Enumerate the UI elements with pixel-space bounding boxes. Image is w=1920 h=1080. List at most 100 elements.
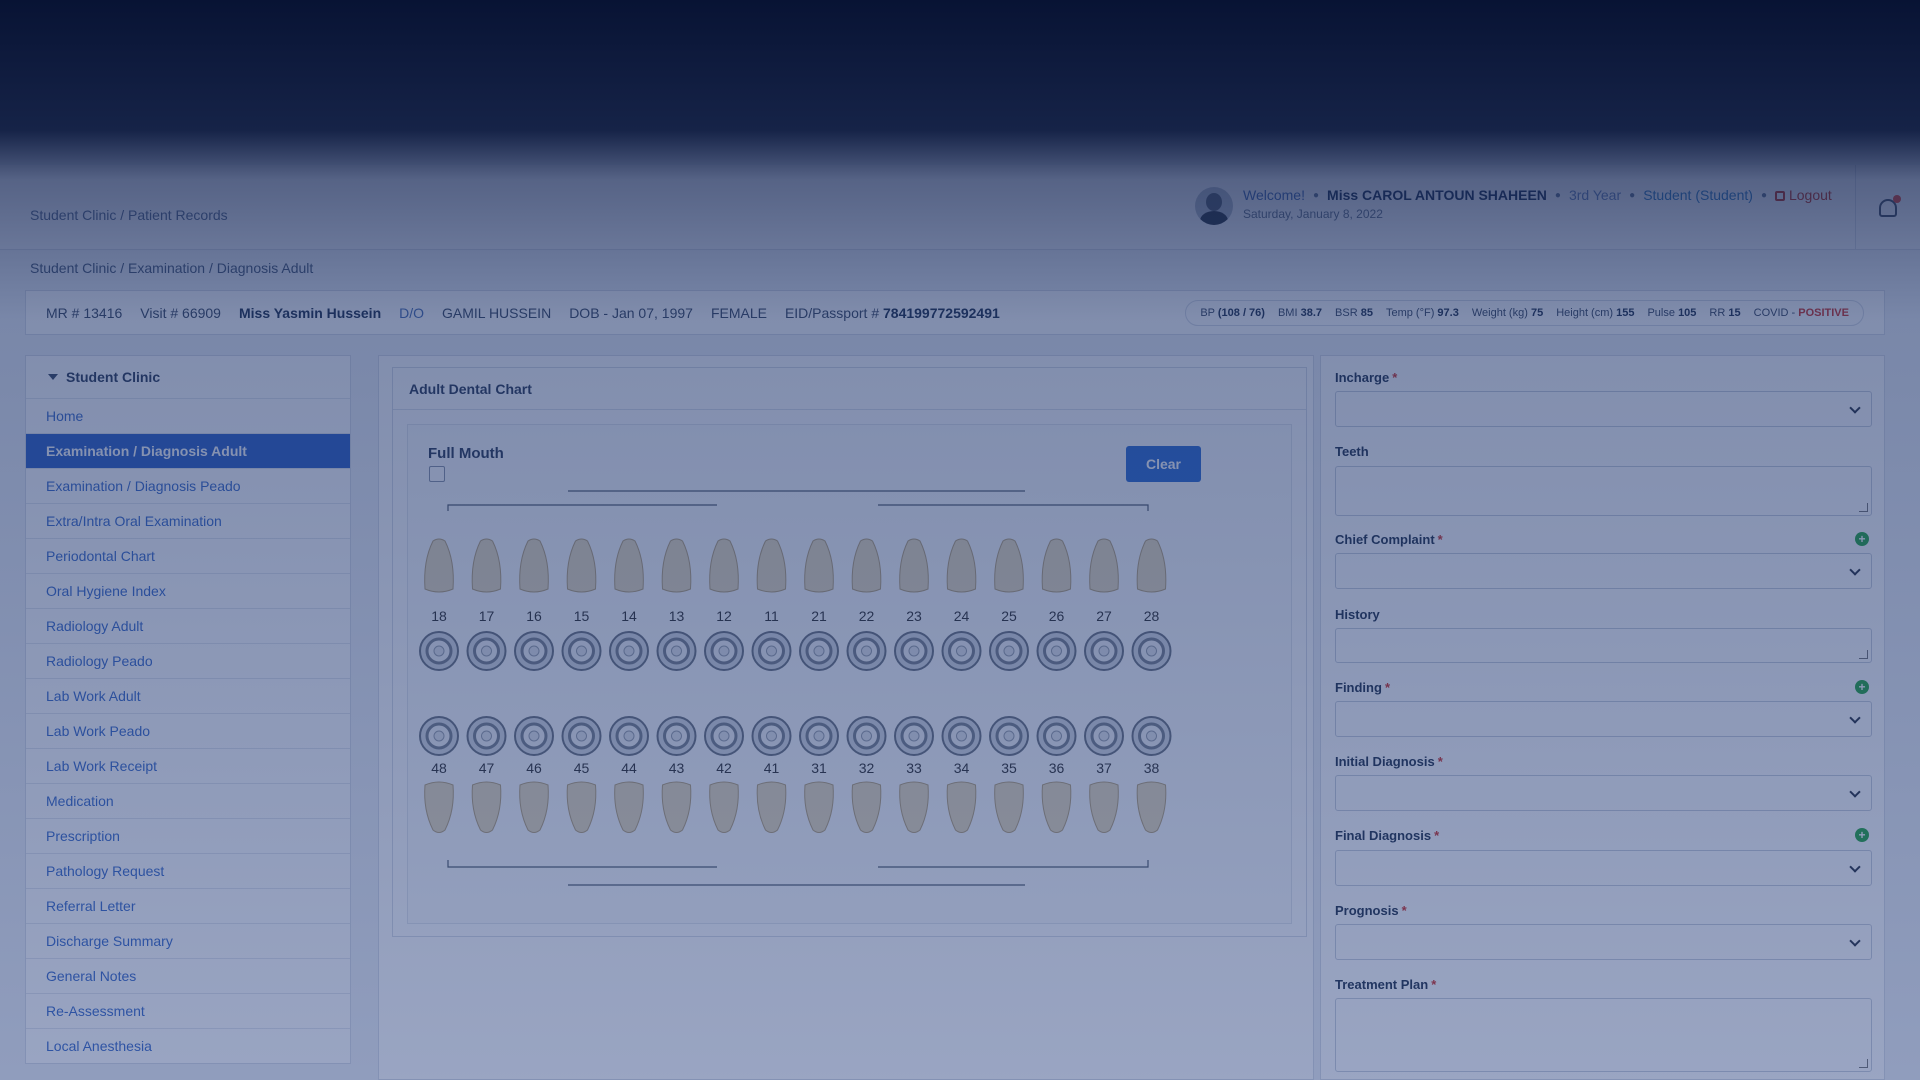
tooth-surface-selector xyxy=(989,716,1029,756)
sidebar-item-home[interactable]: Home xyxy=(26,398,350,433)
lower-tooth-shape xyxy=(709,781,739,833)
ring-inner xyxy=(433,645,445,657)
tooth-number: 36 xyxy=(1049,760,1065,776)
upper-tooth-shape xyxy=(994,538,1024,593)
tooth-number: 45 xyxy=(574,760,590,776)
tooth-surface-selector xyxy=(419,631,459,671)
sidebar-item-radiology-peado[interactable]: Radiology Peado xyxy=(26,643,350,678)
tooth-number: 46 xyxy=(526,760,542,776)
add-finding-icon[interactable]: + xyxy=(1855,680,1869,694)
chief-complaint-label: Chief Complaint * xyxy=(1335,532,1443,547)
upper-tooth xyxy=(1089,538,1119,593)
history-textarea[interactable] xyxy=(1335,628,1872,663)
tooth-surface-selector xyxy=(1084,631,1124,671)
sidebar-item-local-anesthesia[interactable]: Local Anesthesia xyxy=(26,1028,350,1063)
resize-grip-icon[interactable] xyxy=(1859,503,1868,512)
notifications-button[interactable] xyxy=(1855,165,1920,250)
treatment-plan-textarea[interactable] xyxy=(1335,998,1872,1072)
tooth-surface-selector xyxy=(514,631,554,671)
add-chief-complaint-icon[interactable]: + xyxy=(1855,532,1869,546)
resize-grip-icon[interactable] xyxy=(1859,650,1868,659)
sidebar-item-general-notes[interactable]: General Notes xyxy=(26,958,350,993)
upper-right-bracket xyxy=(878,504,1149,511)
sidebar-item-lab-work-receipt[interactable]: Lab Work Receipt xyxy=(26,748,350,783)
tooth-surface-selector xyxy=(1131,631,1172,671)
upper-tooth-shape xyxy=(614,538,644,593)
lower-tooth-shape xyxy=(899,781,929,833)
ring-inner xyxy=(481,645,492,657)
history-label: History xyxy=(1335,607,1380,622)
sidebar-item-lab-work-peado[interactable]: Lab Work Peado xyxy=(26,713,350,748)
prognosis-select[interactable] xyxy=(1335,924,1872,960)
sidebar-header[interactable]: Student Clinic xyxy=(26,356,350,398)
separator-dot: ● xyxy=(1312,189,1320,201)
chevron-down-icon xyxy=(1849,861,1861,873)
incharge-label: Incharge * xyxy=(1335,370,1398,385)
upper-tooth xyxy=(804,538,834,593)
sidebar-item-discharge-summary[interactable]: Discharge Summary xyxy=(26,923,350,958)
tooth-surface-selector xyxy=(704,631,744,671)
tooth-number: 16 xyxy=(526,608,542,624)
ring-inner xyxy=(1003,730,1015,742)
incharge-select[interactable] xyxy=(1335,391,1872,427)
lower-tooth-shape xyxy=(756,781,787,833)
ring-inner xyxy=(528,645,540,657)
tooth-number: 47 xyxy=(479,760,495,776)
upper-tooth-shape xyxy=(804,538,834,593)
tooth-number: 24 xyxy=(954,608,970,624)
upper-left-bracket xyxy=(447,504,717,511)
sidebar-item-re-assessment[interactable]: Re-Assessment xyxy=(26,993,350,1028)
sidebar-item-radiology-adult[interactable]: Radiology Adult xyxy=(26,608,350,643)
vital-bmi: BMI 38.7 xyxy=(1277,306,1323,319)
teeth-textarea[interactable] xyxy=(1335,466,1872,516)
upper-tooth xyxy=(661,538,692,593)
add-final-diagnosis-icon[interactable]: + xyxy=(1855,828,1869,842)
sidebar-item-prescription[interactable]: Prescription xyxy=(26,818,350,853)
tooth-number: 34 xyxy=(954,760,970,776)
sidebar-item-periodontal-chart[interactable]: Periodontal Chart xyxy=(26,538,350,573)
sidebar-item-extra-intra-oral[interactable]: Extra/Intra Oral Examination xyxy=(26,503,350,538)
lower-tooth xyxy=(709,781,739,833)
final-diagnosis-label: Final Diagnosis * xyxy=(1335,828,1440,843)
upper-tooth-shape xyxy=(566,538,597,593)
user-avatar[interactable] xyxy=(1195,187,1233,225)
upper-tooth-shape xyxy=(709,538,739,593)
sidebar-title: Student Clinic xyxy=(66,369,161,385)
sidebar-item-examination-peado[interactable]: Examination / Diagnosis Peado xyxy=(26,468,350,503)
logout-link[interactable]: Logout xyxy=(1774,187,1832,203)
user-name: Miss CAROL ANTOUN SHAHEEN xyxy=(1327,187,1547,203)
dob: DOB - Jan 07, 1997 xyxy=(569,304,693,321)
tooth-number: 35 xyxy=(1001,760,1017,776)
upper-tooth xyxy=(471,538,502,593)
sidebar-item-lab-work-adult[interactable]: Lab Work Adult xyxy=(26,678,350,713)
tooth-surface-selector xyxy=(751,631,792,671)
tooth-surface-selector xyxy=(466,631,507,671)
tooth-number: 42 xyxy=(716,760,732,776)
lower-right-bracket xyxy=(878,860,1149,868)
sidebar-item-medication[interactable]: Medication xyxy=(26,783,350,818)
tooth-number: 33 xyxy=(906,760,922,776)
tooth-number: 13 xyxy=(669,608,685,624)
tooth-number: 12 xyxy=(716,608,732,624)
sidebar-item-pathology-request[interactable]: Pathology Request xyxy=(26,853,350,888)
patient-info-bar: MR # 13416 Visit # 66909 Miss Yasmin Hus… xyxy=(25,290,1885,335)
finding-label: Finding * xyxy=(1335,680,1390,695)
lower-tooth xyxy=(519,781,549,833)
tooth-surface-selector xyxy=(656,716,697,756)
ring-inner xyxy=(671,645,682,657)
chief-complaint-select[interactable] xyxy=(1335,553,1872,589)
sidebar-item-referral-letter[interactable]: Referral Letter xyxy=(26,888,350,923)
initial-diagnosis-select[interactable] xyxy=(1335,775,1872,811)
sidebar: Student Clinic Home Examination / Diagno… xyxy=(25,355,351,1064)
sidebar-item-examination-adult[interactable]: Examination / Diagnosis Adult xyxy=(26,433,350,468)
tooth-number: 11 xyxy=(764,608,779,624)
tooth-surface-selector xyxy=(419,716,459,756)
lower-tooth xyxy=(566,781,597,833)
final-diagnosis-select[interactable] xyxy=(1335,850,1872,886)
resize-grip-icon[interactable] xyxy=(1859,1059,1868,1068)
tooth-surface-selector xyxy=(846,631,887,671)
ring-inner xyxy=(576,645,587,657)
sidebar-item-oral-hygiene-index[interactable]: Oral Hygiene Index xyxy=(26,573,350,608)
finding-select[interactable] xyxy=(1335,701,1872,737)
lower-tooth-shape xyxy=(1089,781,1119,833)
